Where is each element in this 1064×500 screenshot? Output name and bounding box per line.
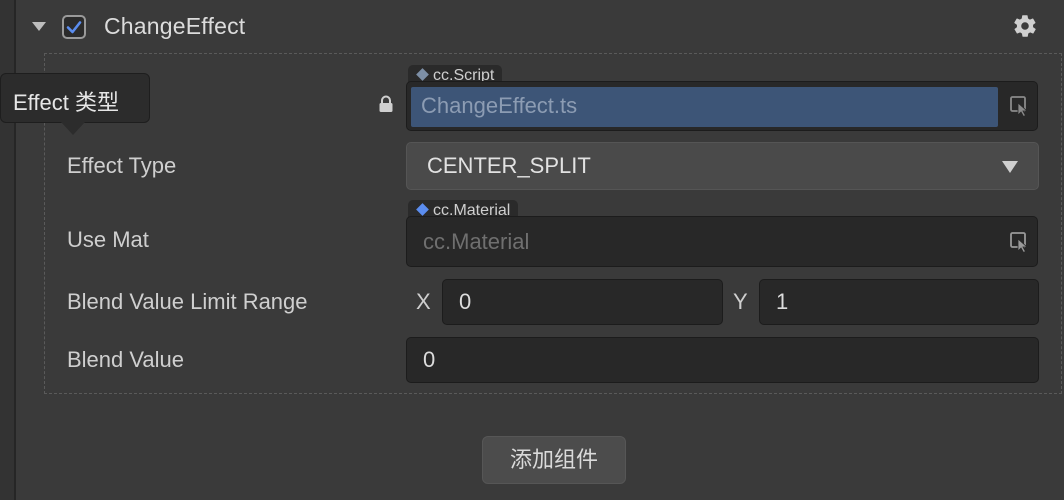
use-mat-placeholder: cc.Material (423, 228, 530, 254)
checkbox-checked-icon (66, 21, 82, 34)
effect-type-label: Effect Type (67, 153, 177, 178)
pick-node-icon[interactable] (1009, 95, 1031, 117)
chevron-down-icon[interactable] (32, 22, 46, 31)
component-title: ChangeEffect (104, 13, 246, 39)
tooltip: Effect 类型 (0, 73, 150, 123)
blend-value-label: Blend Value (67, 347, 185, 372)
blend-range-y-label: Y (733, 289, 748, 314)
blend-range-x-value: 0 (459, 289, 472, 314)
blend-range-x-input[interactable]: 0 (442, 279, 723, 325)
blend-value-input[interactable]: 0 (406, 337, 1039, 383)
tooltip-text: Effect 类型 (13, 90, 119, 115)
type-dot-icon (416, 68, 429, 81)
script-value: ChangeEffect.ts (421, 93, 578, 118)
script-field[interactable]: ChangeEffect.ts (406, 81, 1038, 131)
tooltip-pointer (61, 122, 85, 135)
component-enable-checkbox[interactable] (62, 15, 86, 39)
type-dot-icon (416, 203, 429, 216)
pick-node-icon[interactable] (1009, 231, 1031, 253)
inspector-panel: ChangeEffect Effect 类型 cc.Script ChangeE… (0, 0, 1064, 500)
blend-value-value: 0 (423, 347, 436, 372)
blend-range-label: Blend Value Limit Range (67, 289, 308, 314)
effect-type-select[interactable]: CENTER_SPLIT (406, 142, 1039, 190)
dropdown-arrow-icon (1002, 161, 1018, 173)
blend-range-y-value: 1 (776, 289, 789, 314)
use-mat-field[interactable]: cc.Material (406, 216, 1038, 267)
add-component-button[interactable]: 添加组件 (482, 436, 626, 484)
use-mat-label: Use Mat (67, 227, 149, 252)
effect-type-value: CENTER_SPLIT (427, 153, 591, 178)
blend-range-x-label: X (416, 289, 431, 314)
lock-icon (379, 95, 393, 112)
gear-icon[interactable] (1012, 13, 1038, 39)
blend-range-y-input[interactable]: 1 (759, 279, 1039, 325)
